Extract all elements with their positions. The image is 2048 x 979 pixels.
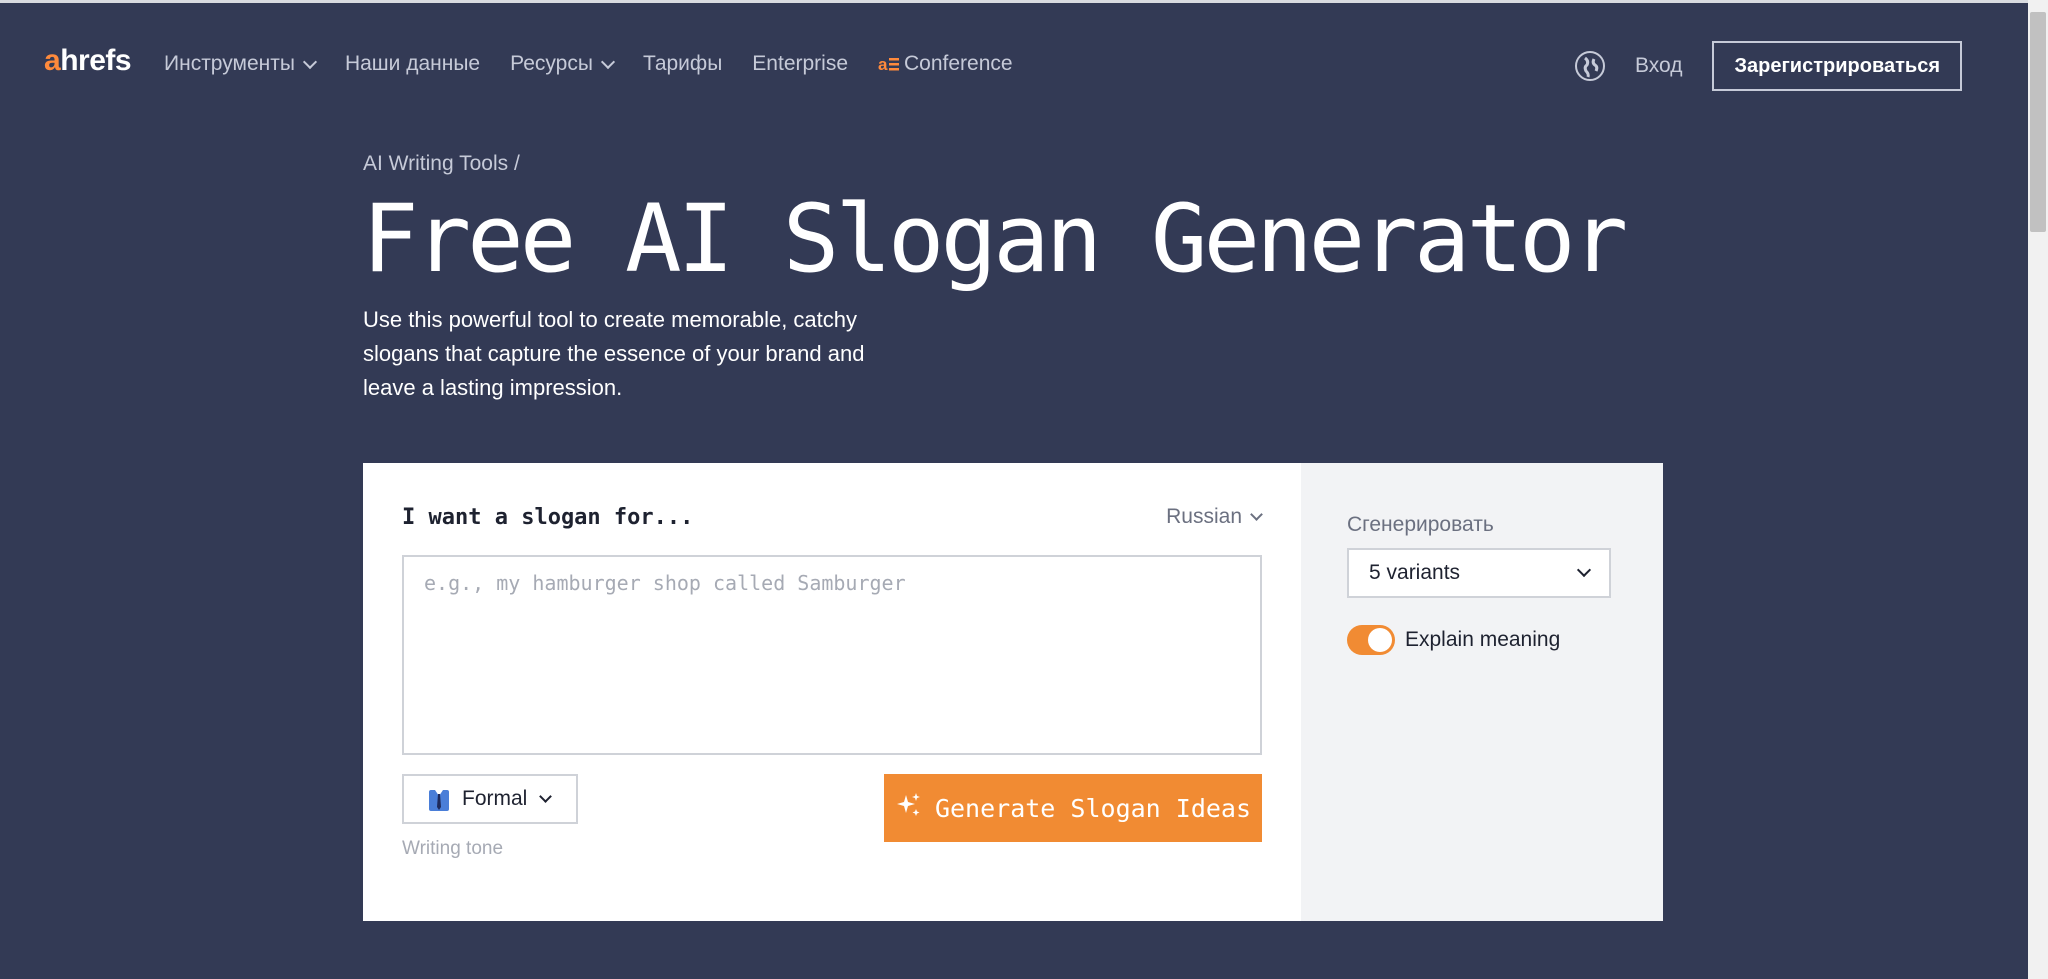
main-nav: Инструменты Наши данные Ресурсы Тарифы E… [164, 52, 1043, 76]
nav-item-label: Conference [904, 52, 1013, 75]
tone-value: Formal [462, 787, 528, 810]
explain-meaning-label: Explain meaning [1405, 628, 1561, 651]
nav-item-label: Тарифы [642, 52, 723, 75]
language-value: Russian [1166, 505, 1242, 528]
nav-item-label: Наши данные [344, 52, 481, 75]
nav-item-conference[interactable]: a Conference [878, 52, 1013, 76]
generate-button-label: Generate Slogan Ideas [934, 793, 1252, 823]
nav-item-tools[interactable]: Инструменты [164, 52, 318, 76]
prompt-label: I want a slogan for... [402, 505, 694, 530]
language-select[interactable]: Russian [1166, 505, 1263, 529]
chevron-down-icon [539, 790, 553, 803]
chevron-down-icon [1250, 508, 1263, 521]
nav-item-pricing[interactable]: Тарифы [643, 52, 722, 76]
nav-item-enterprise[interactable]: Enterprise [752, 52, 848, 76]
scrollbar-thumb[interactable] [2030, 12, 2046, 232]
top-navbar: ahrefs Инструменты Наши данные Ресурсы Т… [0, 0, 2028, 135]
page-title: Free AI Slogan Generator [362, 185, 1628, 294]
generator-main-panel: I want a slogan for... Russian Formal Wr… [363, 463, 1301, 921]
nav-item-label: Ресурсы [510, 52, 593, 75]
slogan-topic-input[interactable] [402, 555, 1262, 755]
generate-slogans-button[interactable]: Generate Slogan Ideas [884, 774, 1262, 842]
ahrefs-logo[interactable]: ahrefs [44, 44, 132, 78]
necktie-suit-icon [428, 787, 450, 811]
chevron-down-icon [302, 54, 318, 69]
page-description: Use this powerful tool to create memorab… [363, 307, 865, 400]
login-link[interactable]: Вход [1635, 54, 1683, 78]
page-scrollbar[interactable] [2028, 0, 2048, 979]
variant-count-select[interactable]: 5 variants [1347, 548, 1611, 598]
breadcrumb[interactable]: AI Writing Tools / [363, 152, 520, 176]
nav-item-our-data[interactable]: Наши данные [345, 52, 480, 76]
writing-tone-caption: Writing tone [402, 838, 504, 859]
chevron-down-icon [1576, 562, 1592, 578]
explain-meaning-row: Explain meaning [1347, 625, 1560, 655]
conference-logo-icon: a [878, 55, 900, 73]
nav-item-label: Enterprise [752, 52, 849, 75]
generator-options-panel: Сгенерировать 5 variants Explain meaning [1301, 463, 1663, 921]
signup-button[interactable]: Зарегистрироваться [1712, 41, 1962, 91]
writing-tone-select[interactable]: Formal [402, 774, 578, 824]
toggle-knob [1368, 628, 1392, 652]
svg-text:a: a [878, 55, 888, 73]
explain-meaning-toggle[interactable] [1347, 625, 1395, 655]
nav-item-resources[interactable]: Ресурсы [510, 52, 616, 76]
nav-actions: Вход Зарегистрироваться [1574, 41, 1962, 91]
logo-text: hrefs [60, 44, 132, 77]
variant-count-label: Сгенерировать [1347, 513, 1494, 536]
chevron-down-icon [600, 54, 616, 69]
language-globe-icon[interactable] [1574, 51, 1605, 81]
nav-item-label: Инструменты [164, 52, 295, 75]
variant-count-value: 5 variants [1369, 561, 1461, 584]
sparkles-icon [895, 791, 923, 826]
logo-accent-letter: a [44, 44, 61, 77]
slogan-generator-card: I want a slogan for... Russian Formal Wr… [363, 463, 1663, 921]
